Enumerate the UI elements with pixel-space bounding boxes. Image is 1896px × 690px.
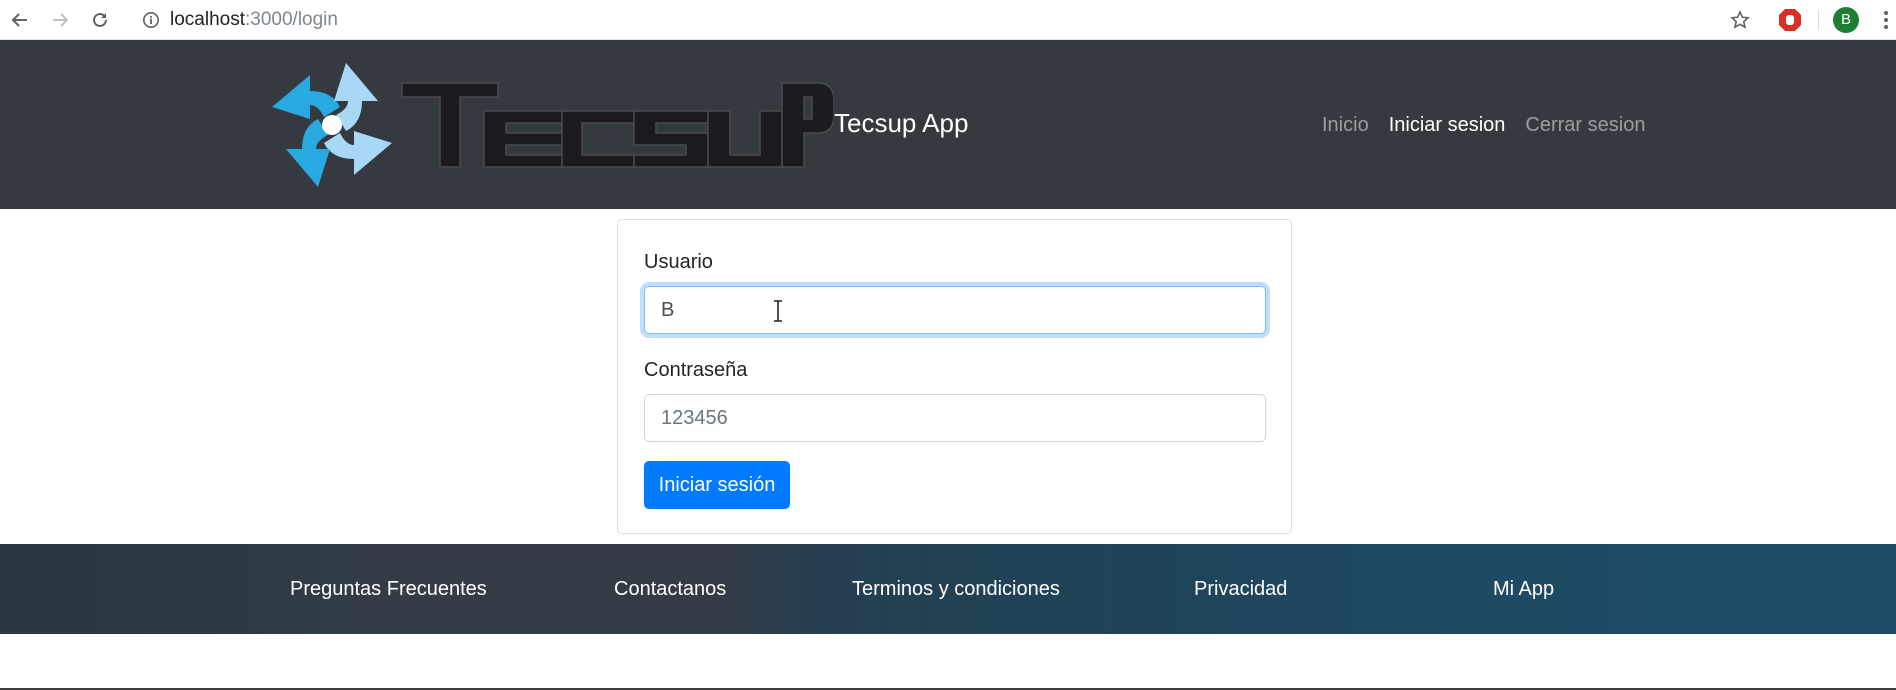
password-label: Contraseña bbox=[644, 359, 748, 381]
text-cursor-icon bbox=[774, 300, 782, 322]
recycle-arrows-icon bbox=[272, 63, 392, 187]
reload-button[interactable] bbox=[84, 4, 116, 36]
nav-link-inicio[interactable]: Inicio bbox=[1322, 110, 1369, 140]
password-input[interactable] bbox=[644, 394, 1266, 442]
stop-hand-icon bbox=[1779, 9, 1801, 31]
footer-link-contact[interactable]: Contactanos bbox=[614, 574, 726, 604]
username-input[interactable] bbox=[644, 286, 1266, 334]
footer-link-faq[interactable]: Preguntas Frecuentes bbox=[290, 574, 487, 604]
footer-link-terms[interactable]: Terminos y condiciones bbox=[852, 574, 1060, 604]
forward-button[interactable] bbox=[44, 4, 76, 36]
profile-avatar[interactable]: B bbox=[1830, 4, 1862, 36]
site-footer: Preguntas Frecuentes Contactanos Termino… bbox=[0, 544, 1896, 634]
arrow-right-icon bbox=[53, 13, 69, 27]
back-button[interactable] bbox=[4, 4, 36, 36]
login-submit-button[interactable]: Iniciar sesión bbox=[644, 461, 790, 509]
username-label: Usuario bbox=[644, 251, 713, 273]
address-bar[interactable]: localhost:3000/login bbox=[170, 4, 338, 36]
nav-link-iniciar-sesion[interactable]: Iniciar sesion bbox=[1389, 110, 1506, 140]
menu-button[interactable] bbox=[1876, 4, 1896, 36]
tecsup-logo-image bbox=[272, 63, 835, 187]
footer-link-my-app[interactable]: Mi App bbox=[1493, 574, 1554, 604]
tecsup-logo[interactable] bbox=[262, 55, 835, 195]
kebab-menu-icon bbox=[1884, 11, 1888, 29]
profile-initial: B bbox=[1833, 7, 1859, 33]
toolbar-divider bbox=[1818, 10, 1819, 30]
brand-name[interactable]: Tecsup App bbox=[834, 105, 968, 141]
site-info-icon[interactable] bbox=[139, 4, 163, 36]
login-card: Usuario Contraseña Iniciar sesión bbox=[617, 219, 1292, 534]
main-navigation: Inicio Iniciar sesion Cerrar sesion bbox=[1322, 110, 1645, 140]
adblock-extension-button[interactable] bbox=[1774, 4, 1806, 36]
bookmark-star-button[interactable] bbox=[1724, 4, 1756, 36]
url-path: :3000/login bbox=[245, 9, 338, 30]
url-host: localhost bbox=[170, 9, 245, 30]
arrow-left-icon bbox=[11, 13, 27, 27]
reload-icon bbox=[93, 12, 107, 27]
footer-link-privacy[interactable]: Privacidad bbox=[1194, 574, 1287, 604]
nav-link-cerrar-sesion[interactable]: Cerrar sesion bbox=[1525, 110, 1645, 140]
browser-toolbar: localhost:3000/login B bbox=[0, 0, 1896, 40]
star-icon bbox=[1730, 10, 1750, 29]
